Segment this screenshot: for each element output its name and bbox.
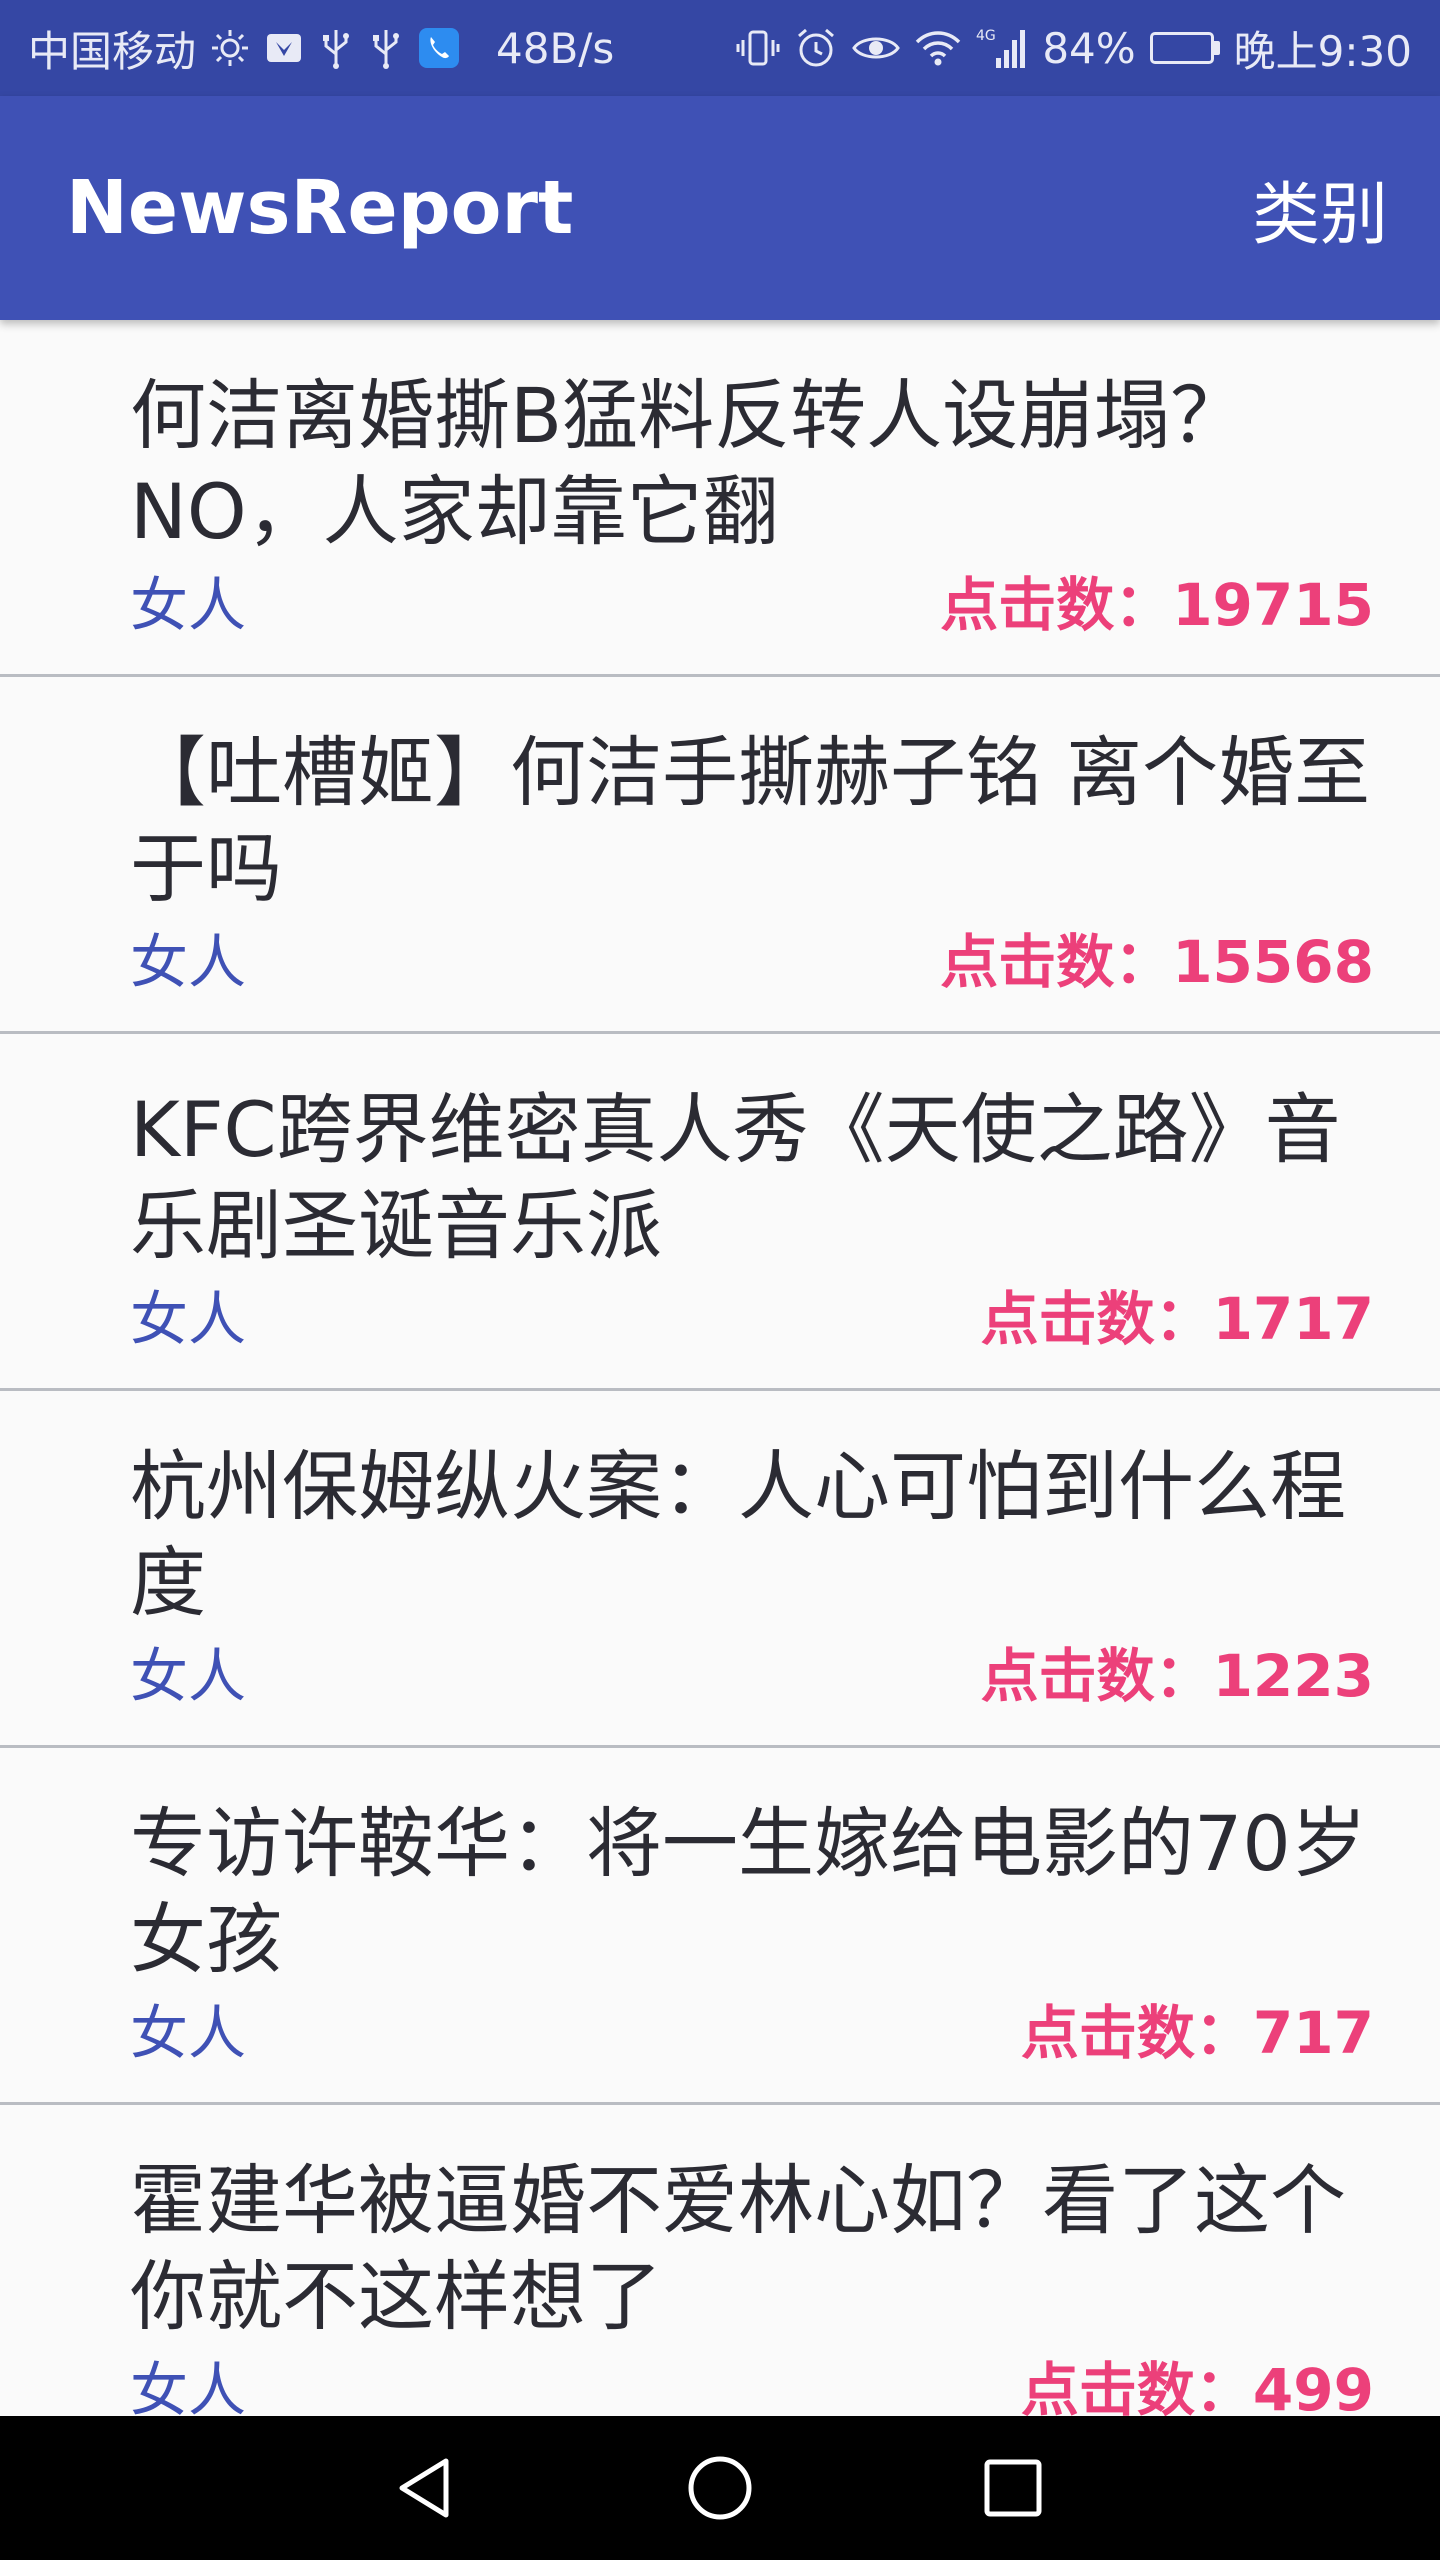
eye-comfort-icon: [852, 23, 901, 73]
news-click-count: 点击数：19715: [940, 571, 1374, 639]
phone-app-icon: [418, 23, 460, 73]
news-item[interactable]: 专访许鞍华：将一生嫁给电影的70岁女孩女人 点击数：717: [0, 1748, 1440, 2105]
clock: 晚上9:30: [1233, 26, 1412, 76]
home-icon[interactable]: [660, 2428, 780, 2548]
news-title: 杭州保姆纵火案：人心可怕到什么程度: [130, 1442, 1346, 1627]
category-button[interactable]: 类别: [1252, 159, 1388, 258]
news-meta: 女人 点击数：19715: [130, 560, 1374, 640]
news-item[interactable]: 霍建华被逼婚不爱林心如？看了这个你就不这样想了女人 点击数：499: [0, 2105, 1440, 2416]
news-meta: 女人 点击数：1223: [130, 1631, 1374, 1711]
battery-percent: 84%: [1042, 23, 1136, 73]
signal-type-label: 4G: [976, 28, 996, 44]
news-item[interactable]: 杭州保姆纵火案：人心可怕到什么程度女人 点击数：1223: [0, 1391, 1440, 1748]
news-category: 女人: [130, 928, 247, 996]
news-meta: 女人 点击数：15568: [130, 917, 1374, 997]
status-bar: 中国移动 48B/s 4G 84% 晚上9:30: [0, 0, 1440, 96]
navigation-bar: [0, 2416, 1440, 2560]
screen: 中国移动 48B/s 4G 84% 晚上9:30 NewsReport 类别 何…: [0, 0, 1440, 2560]
news-title: KFC跨界维密真人秀《天使之路》音乐剧圣诞音乐派: [130, 1085, 1341, 1270]
news-click-count: 点击数：717: [1020, 1999, 1374, 2067]
news-item[interactable]: 何洁离婚撕B猛料反转人设崩塌？NO，人家却靠它翻女人 点击数：19715: [0, 320, 1440, 677]
app-title: NewsReport: [66, 165, 574, 251]
usb-icon: [318, 23, 354, 73]
wifi-icon: [914, 23, 962, 73]
usb-debug-icon: [368, 23, 404, 73]
news-item[interactable]: KFC跨界维密真人秀《天使之路》音乐剧圣诞音乐派女人 点击数：1717: [0, 1034, 1440, 1391]
brightness-icon: [210, 23, 250, 73]
alarm-icon: [794, 23, 838, 73]
news-click-count: 点击数：1223: [980, 1642, 1374, 1710]
news-list[interactable]: 何洁离婚撕B猛料反转人设崩塌？NO，人家却靠它翻女人 点击数：19715 【吐槽姬】…: [0, 320, 1440, 2416]
news-meta: 女人 点击数：1717: [130, 1274, 1374, 1354]
news-click-count: 点击数：1717: [980, 1285, 1374, 1353]
news-category: 女人: [130, 1642, 247, 1710]
carrier-label: 中国移动: [28, 26, 197, 76]
status-right: 4G 84% 晚上9:30: [736, 18, 1412, 79]
news-title: 何洁离婚撕B猛料反转人设崩塌？NO，人家却靠它翻: [130, 371, 1247, 556]
vibrate-icon: [736, 23, 780, 73]
back-icon[interactable]: [367, 2428, 487, 2548]
news-category: 女人: [130, 1285, 247, 1353]
news-category: 女人: [130, 571, 247, 639]
news-title: 霍建华被逼婚不爱林心如？看了这个你就不这样想了: [130, 2156, 1346, 2341]
battery-icon: [1149, 32, 1220, 64]
news-item[interactable]: 【吐槽姬】何洁手撕赫子铭 离个婚至于吗女人 点击数：15568: [0, 677, 1440, 1034]
cellular-signal-icon: 4G: [976, 23, 1028, 73]
news-click-count: 点击数：15568: [940, 928, 1374, 996]
news-meta: 女人 点击数：717: [130, 1988, 1374, 2068]
news-meta: 女人 点击数：499: [130, 2345, 1374, 2416]
news-category: 女人: [130, 2356, 247, 2416]
status-left: 中国移动 48B/s: [28, 18, 614, 79]
app-bar: NewsReport 类别: [0, 96, 1440, 320]
news-category: 女人: [130, 1999, 247, 2067]
recents-icon[interactable]: [953, 2428, 1073, 2548]
huawei-icon: [264, 23, 304, 73]
news-title: 【吐槽姬】何洁手撕赫子铭 离个婚至于吗: [130, 728, 1371, 913]
news-title: 专访许鞍华：将一生嫁给电影的70岁女孩: [130, 1799, 1367, 1984]
network-speed: 48B/s: [496, 23, 615, 73]
news-click-count: 点击数：499: [1020, 2356, 1374, 2416]
